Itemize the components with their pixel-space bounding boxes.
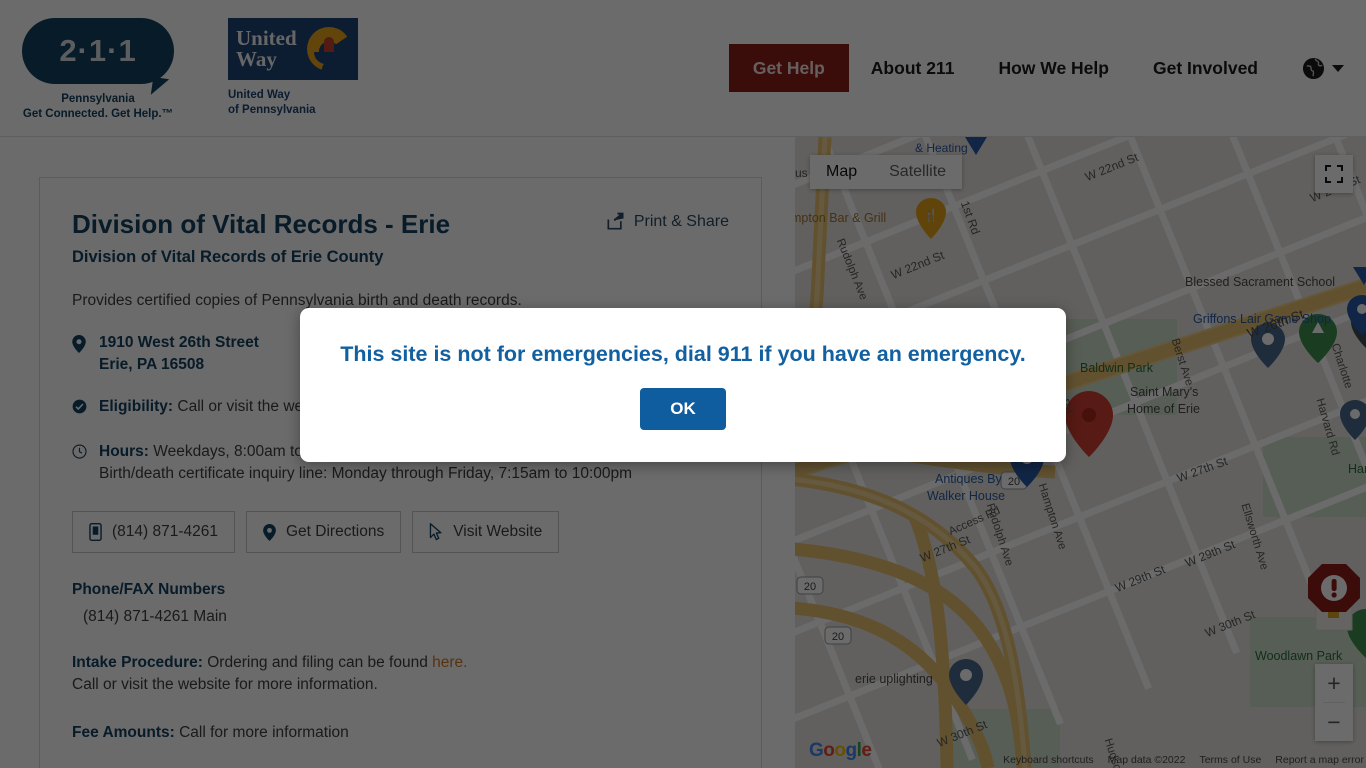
emergency-notice-message: This site is not for emergencies, dial 9… <box>340 341 1026 366</box>
ok-button[interactable]: OK <box>640 387 726 430</box>
emergency-notice-dialog: This site is not for emergencies, dial 9… <box>300 308 1066 462</box>
